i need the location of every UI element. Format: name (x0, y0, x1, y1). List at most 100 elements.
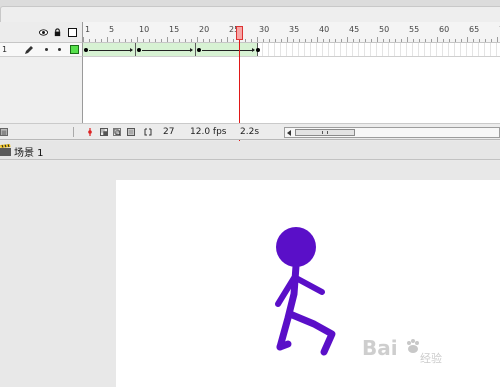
ruler-tick (269, 39, 270, 42)
timeline-panel: 1510152025303540455055606570 1 27 12.0 f… (0, 22, 500, 146)
scene-name[interactable]: 场景 1 (14, 144, 44, 159)
ruler-tick (125, 39, 126, 42)
ruler-label: 55 (409, 25, 420, 34)
outline-icon[interactable] (68, 28, 77, 37)
trash-icon[interactable] (0, 128, 8, 136)
ruler-label: 45 (349, 25, 360, 34)
ruler-tick (383, 39, 384, 42)
ruler-tick (299, 39, 300, 42)
ruler-tick (329, 39, 330, 42)
ruler-tick (95, 39, 96, 42)
ruler-tick (401, 39, 402, 42)
current-frame: 27 (163, 127, 175, 137)
keyframe[interactable] (137, 48, 141, 52)
watermark-subtitle: 经验 (420, 352, 442, 365)
document-tab-strip (0, 0, 500, 22)
ruler-tick (449, 39, 450, 42)
layer-frames[interactable] (82, 43, 500, 57)
ruler-tick (131, 39, 132, 42)
ruler-tick (257, 37, 258, 42)
lock-dot[interactable] (58, 48, 61, 51)
ruler-tick (389, 39, 390, 42)
ruler-tick (209, 39, 210, 42)
ruler-tick (305, 39, 306, 42)
modify-markers-icon[interactable] (144, 128, 152, 136)
ruler-tick (497, 37, 498, 42)
ruler-tick (311, 39, 312, 42)
motion-tween-2[interactable] (136, 43, 196, 56)
ruler-tick (287, 37, 288, 42)
ruler-tick (173, 39, 174, 42)
center-frame-icon[interactable] (86, 128, 94, 136)
ruler-tick (413, 39, 414, 42)
ruler-label: 65 (469, 25, 480, 34)
layer-row[interactable]: 1 (0, 43, 82, 57)
motion-tween-3[interactable] (196, 43, 258, 56)
ruler-tick (365, 39, 366, 42)
layer-number: 1 (2, 45, 8, 54)
ruler-tick (419, 39, 420, 42)
lock-icon[interactable] (53, 28, 62, 37)
ruler-tick (215, 39, 216, 42)
ruler-tick (491, 39, 492, 42)
ruler-label: 35 (289, 25, 300, 34)
playhead[interactable] (236, 26, 243, 40)
ruler-tick (443, 39, 444, 42)
document-tab[interactable] (0, 6, 500, 22)
ruler-label: 15 (169, 25, 180, 34)
ruler-tick (197, 37, 198, 42)
scroll-left-icon[interactable] (287, 130, 291, 136)
edit-multiple-frames-icon[interactable] (127, 128, 135, 136)
ruler-label: 10 (139, 25, 150, 34)
ruler-tick (347, 37, 348, 42)
divider (73, 127, 74, 137)
end-keyframe[interactable] (256, 48, 260, 52)
eye-icon[interactable] (39, 28, 48, 37)
ruler-tick (119, 39, 120, 42)
scroll-thumb[interactable] (295, 129, 355, 136)
ruler-tick (143, 39, 144, 42)
figure-foot-back (276, 340, 292, 351)
figure-head (276, 227, 316, 267)
ruler-label: 1 (85, 25, 91, 34)
frame-rate[interactable]: 12.0 fps (190, 127, 226, 137)
layer-list-empty (0, 57, 82, 123)
ruler-tick (317, 37, 318, 42)
frames-empty-area (82, 57, 500, 123)
timeline-statusbar: 27 12.0 fps 2.2s (0, 123, 500, 140)
tween-arrow (89, 48, 133, 52)
ruler-tick (371, 39, 372, 42)
visibility-dot[interactable] (45, 48, 48, 51)
ruler-label: 30 (259, 25, 270, 34)
stick-figure[interactable] (262, 222, 352, 362)
onion-skin-outlines-icon[interactable] (113, 128, 121, 136)
ruler-tick (353, 39, 354, 42)
watermark-logo: Bai (362, 336, 398, 360)
clapperboard-icon (0, 144, 11, 156)
ruler-tick (203, 39, 204, 42)
onion-skin-icon[interactable] (100, 128, 108, 136)
ruler-tick (479, 39, 480, 42)
figure-arm-front (293, 275, 325, 295)
timeline-scrollbar[interactable] (284, 127, 500, 138)
ruler-tick (461, 39, 462, 42)
frame-ruler[interactable]: 1510152025303540455055606570 (82, 22, 500, 43)
ruler-tick (107, 37, 108, 42)
ruler-tick (101, 39, 102, 42)
ruler-tick (275, 39, 276, 42)
motion-tween-1[interactable] (83, 43, 136, 56)
keyframe[interactable] (197, 48, 201, 52)
ruler-tick (155, 39, 156, 42)
ruler-label: 50 (379, 25, 390, 34)
figure-leg-front (286, 310, 336, 356)
tween-arrow (202, 48, 255, 52)
ruler-label: 20 (199, 25, 210, 34)
layer-outline-swatch[interactable] (70, 45, 79, 54)
keyframe[interactable] (84, 48, 88, 52)
ruler-tick (263, 39, 264, 42)
ruler-tick (89, 39, 90, 42)
ruler-tick (83, 37, 84, 42)
ruler-tick (233, 39, 234, 42)
tween-arrow (142, 48, 193, 52)
pencil-icon (25, 46, 33, 54)
